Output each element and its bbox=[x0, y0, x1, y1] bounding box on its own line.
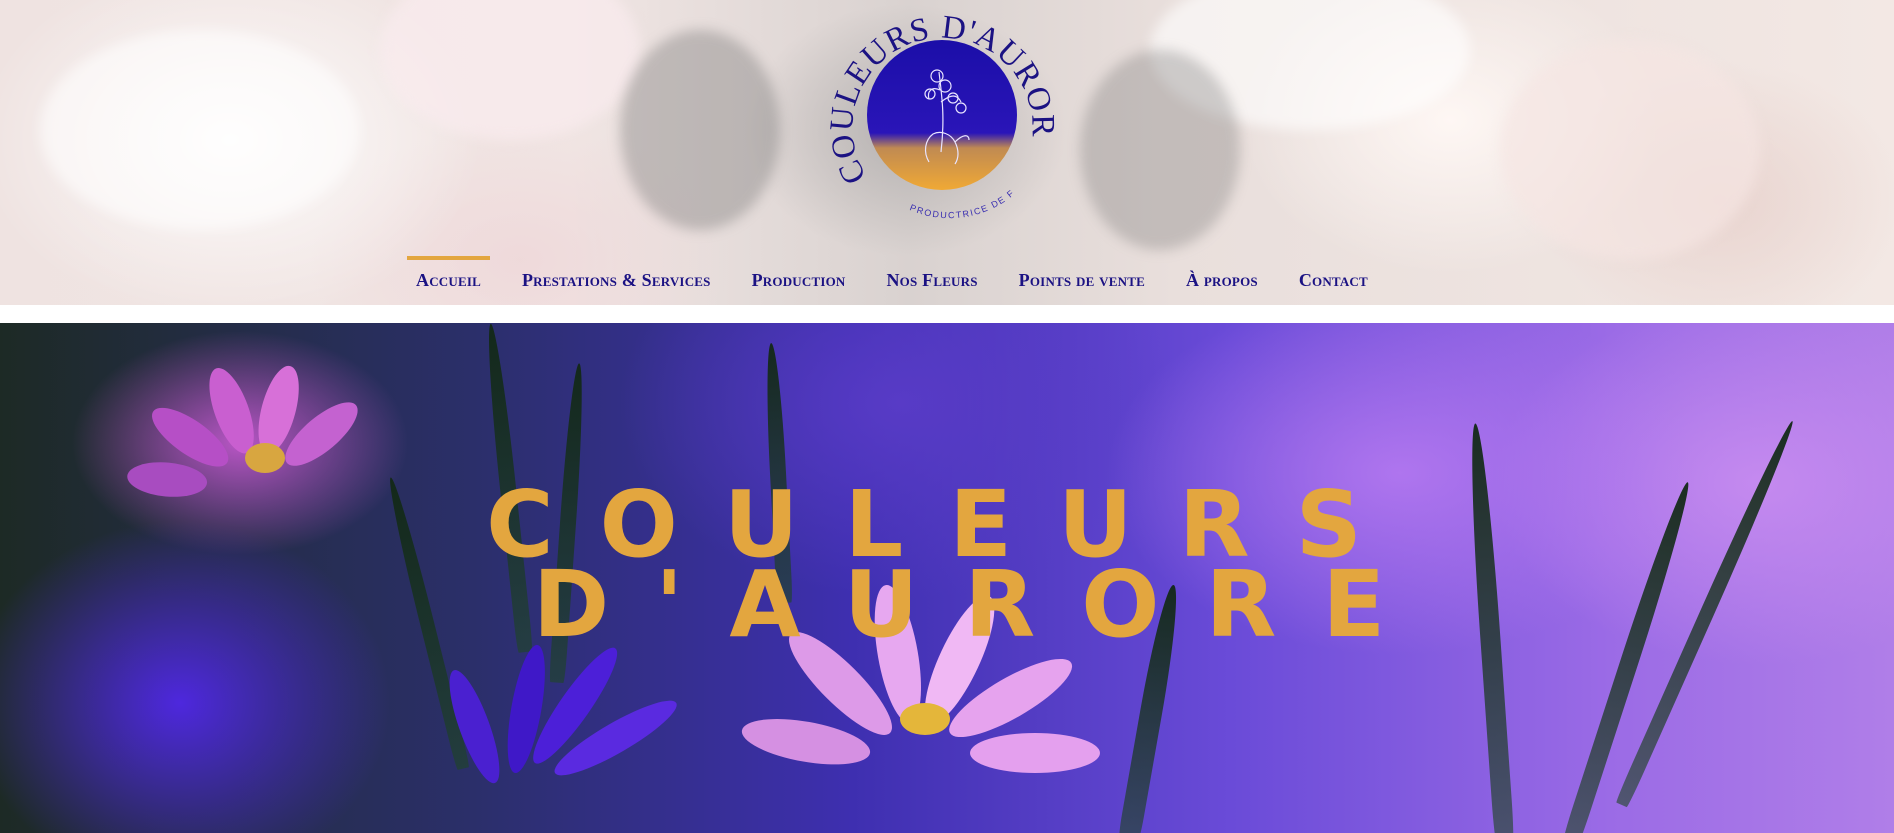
hero-banner: COULEURS D'AURORE bbox=[0, 323, 1894, 833]
site-logo[interactable]: COULEURS D'AURORE PRODUCTRICE DE FLEURS bbox=[816, 0, 1059, 222]
background-petal bbox=[40, 30, 360, 230]
header-divider bbox=[0, 305, 1894, 323]
background-petal bbox=[620, 30, 780, 230]
nav-item-a-propos[interactable]: À propos bbox=[1177, 256, 1267, 291]
nav-item-contact[interactable]: Contact bbox=[1290, 256, 1377, 291]
nav-item-prestations-services[interactable]: Prestations & Services bbox=[513, 256, 720, 291]
background-petal bbox=[1080, 50, 1240, 250]
nav-item-points-de-vente[interactable]: Points de vente bbox=[1010, 256, 1154, 291]
logo-emblem: COULEURS D'AURORE PRODUCTRICE DE FLEURS bbox=[816, 0, 1059, 220]
site-header: COULEURS D'AURORE PRODUCTRICE DE FLEURS … bbox=[0, 0, 1894, 305]
hero-title-line2: D'AURORE bbox=[532, 551, 1432, 658]
nav-item-nos-fleurs[interactable]: Nos Fleurs bbox=[877, 256, 986, 291]
main-nav: Accueil Prestations & Services Productio… bbox=[407, 256, 1400, 290]
background-petal bbox=[1500, 40, 1760, 260]
background-petal bbox=[380, 0, 640, 140]
nav-item-accueil[interactable]: Accueil bbox=[407, 256, 490, 291]
hero-title: COULEURS D'AURORE bbox=[0, 479, 1894, 658]
nav-item-production[interactable]: Production bbox=[743, 256, 855, 291]
page: COULEURS D'AURORE PRODUCTRICE DE FLEURS … bbox=[0, 0, 1894, 833]
